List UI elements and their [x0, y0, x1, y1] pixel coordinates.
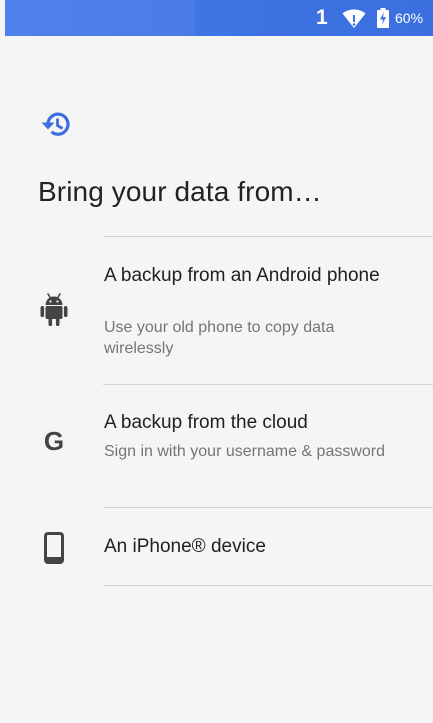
- wifi-icon: [342, 9, 366, 28]
- battery-charging-icon: [377, 8, 389, 28]
- option-title: A backup from the cloud: [104, 412, 308, 433]
- status-bar: 1 60%: [5, 0, 433, 36]
- option-title: An iPhone® device: [104, 536, 266, 557]
- phone-icon: [44, 532, 64, 564]
- option-iphone[interactable]: An iPhone® device: [0, 508, 433, 585]
- option-subtitle: Sign in with your username & password: [104, 443, 386, 460]
- option-android-backup[interactable]: A backup from an Android phone Use your …: [0, 237, 433, 384]
- option-subtitle: Use your old phone to copy data wireless…: [104, 319, 335, 357]
- battery-percent: 60%: [395, 10, 424, 26]
- page-title: Bring your data from…: [38, 176, 322, 207]
- divider: [103, 585, 433, 586]
- android-icon: [40, 293, 68, 326]
- notification-count: 1: [316, 6, 328, 29]
- setup-screen: 1 60% Bring your data from… A backup fro…: [0, 0, 433, 723]
- google-icon: G: [43, 426, 65, 456]
- history-icon: [41, 112, 70, 136]
- option-cloud-backup[interactable]: G A backup from the cloud Sign in with y…: [0, 385, 433, 507]
- status-bar-accent: [5, 0, 195, 36]
- option-title: A backup from an Android phone: [104, 265, 380, 286]
